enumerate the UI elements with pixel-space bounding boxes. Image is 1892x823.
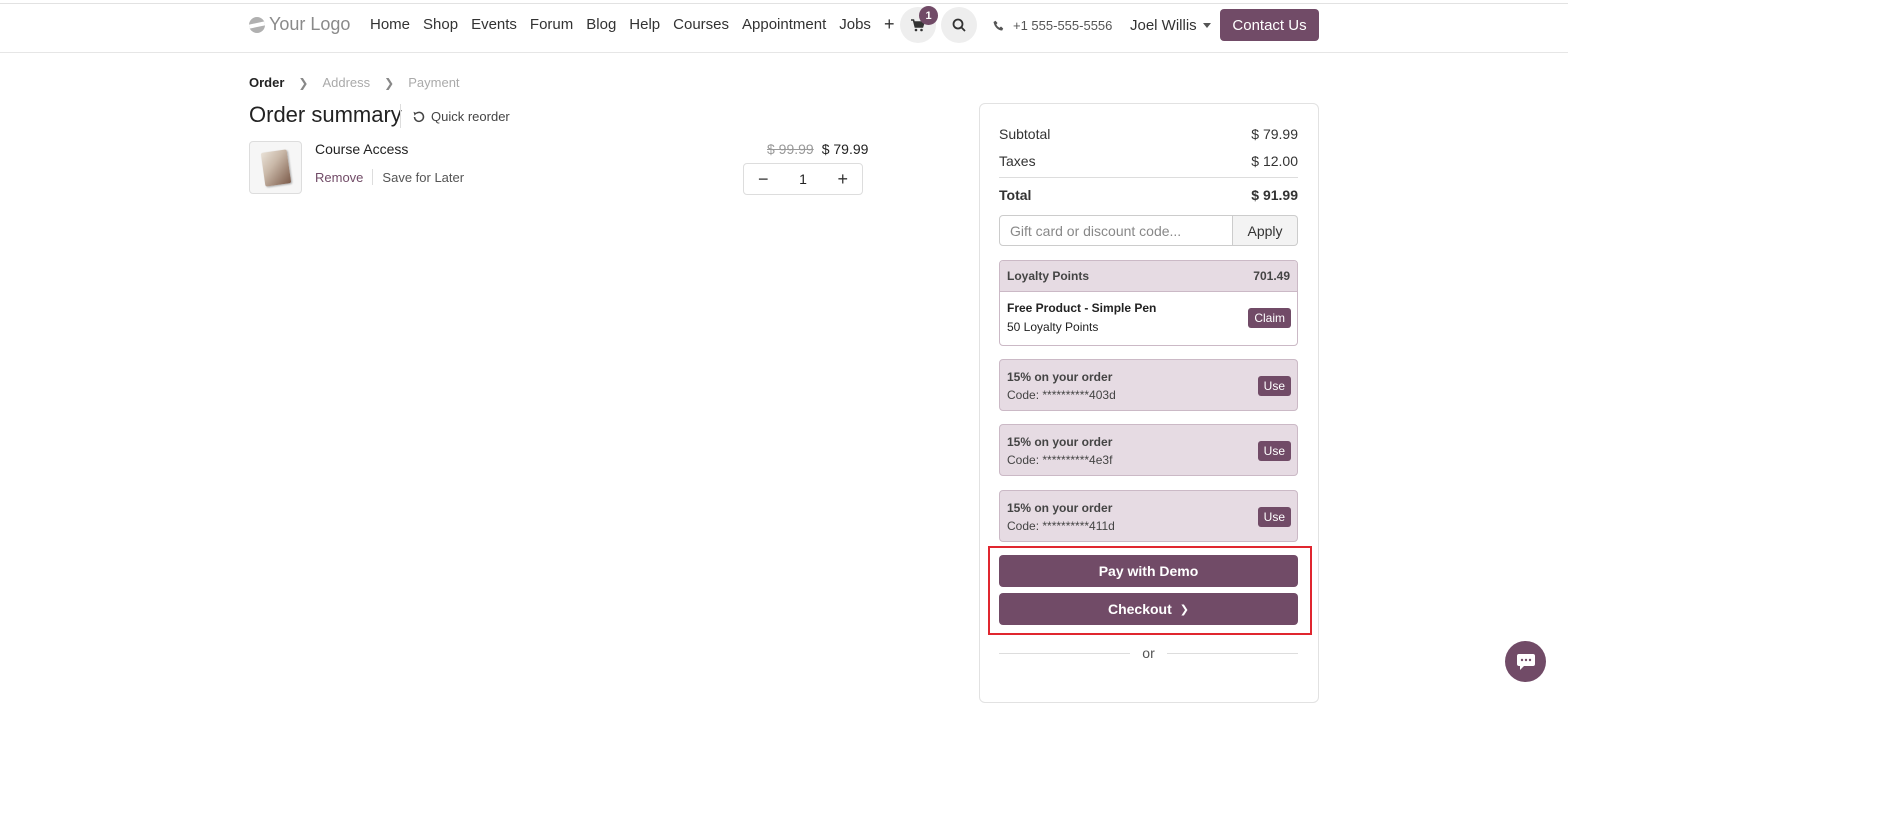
checkout-button[interactable]: Checkout ❯	[999, 593, 1298, 625]
chevron-right-icon: ❯	[384, 75, 395, 90]
subtotal-row: Subtotal $ 79.99	[999, 126, 1298, 142]
nav-forum[interactable]: Forum	[530, 16, 573, 33]
quantity-input[interactable]: 1	[799, 171, 807, 187]
promo-card: 15% on your order Code: **********403d U…	[999, 359, 1298, 411]
taxes-label: Taxes	[999, 153, 1036, 169]
quantity-stepper: − 1 +	[743, 163, 863, 195]
or-line-left	[999, 652, 1131, 654]
promo-title: 15% on your order	[1007, 435, 1113, 449]
taxes-row: Taxes $ 12.00	[999, 153, 1298, 169]
subtotal-label: Subtotal	[999, 126, 1051, 142]
promo-title: 15% on your order	[1007, 501, 1113, 515]
claim-button[interactable]: Claim	[1248, 308, 1291, 328]
nav-blog[interactable]: Blog	[586, 16, 616, 33]
search-button[interactable]	[941, 7, 977, 43]
increase-quantity-button[interactable]: +	[837, 169, 848, 190]
loyalty-title: Loyalty Points	[1007, 269, 1090, 283]
phone-icon	[993, 20, 1004, 30]
nav-home[interactable]: Home	[370, 16, 410, 33]
coupon-input[interactable]	[999, 215, 1233, 246]
promo-card: 15% on your order Code: **********411d U…	[999, 490, 1298, 542]
nav-events[interactable]: Events	[471, 16, 517, 33]
use-button[interactable]: Use	[1257, 376, 1291, 396]
loyalty-points-value: 701.49	[1253, 269, 1290, 283]
loyalty-header: Loyalty Points 701.49	[1000, 261, 1297, 292]
product-prices: $ 99.99 $ 79.99	[767, 141, 868, 157]
loyalty-panel: Loyalty Points 701.49 Free Product - Sim…	[999, 260, 1298, 346]
or-label: or	[1142, 645, 1155, 661]
phone-number: +1 555-555-5556	[1013, 18, 1113, 33]
remove-link[interactable]: Remove	[315, 170, 363, 185]
nav-courses[interactable]: Courses	[673, 16, 729, 33]
nav-help[interactable]: Help	[629, 16, 660, 33]
user-name: Joel Willis	[1130, 17, 1197, 34]
total-row: Total $ 91.99	[999, 187, 1298, 203]
product-name[interactable]: Course Access	[315, 141, 408, 157]
apply-button[interactable]: Apply	[1233, 215, 1298, 246]
logo-icon	[249, 16, 265, 33]
search-icon	[952, 18, 966, 32]
reorder-icon	[413, 111, 425, 122]
save-for-later-link[interactable]: Save for Later	[382, 170, 464, 185]
summary-divider	[999, 177, 1298, 178]
chevron-right-icon: ❯	[1179, 603, 1189, 616]
quick-reorder-button[interactable]: Quick reorder	[413, 109, 510, 124]
logo[interactable]: Your Logo	[249, 14, 350, 35]
chat-icon	[1516, 653, 1535, 670]
user-menu[interactable]: Joel Willis	[1130, 17, 1211, 34]
promo-title: 15% on your order	[1007, 370, 1113, 384]
or-divider: or	[999, 645, 1299, 661]
main-nav: Home Shop Events Forum Blog Help Courses…	[370, 15, 895, 33]
current-price: $ 79.99	[821, 141, 869, 157]
breadcrumb: Order ❯ Address ❯ Payment	[249, 75, 460, 90]
nav-shop[interactable]: Shop	[423, 16, 458, 33]
checkout-label: Checkout	[1107, 601, 1172, 617]
live-chat-button[interactable]	[1505, 641, 1546, 682]
breadcrumb-payment: Payment	[408, 75, 460, 90]
or-line-right	[1166, 652, 1299, 654]
coupon-form: Apply	[999, 215, 1298, 246]
pay-with-demo-label: Pay with Demo	[1098, 563, 1199, 579]
action-divider	[372, 169, 374, 185]
cart-count-badge: 1	[919, 6, 938, 25]
promo-code: Code: **********403d	[1007, 388, 1116, 402]
subtotal-value: $ 79.99	[1251, 126, 1298, 142]
book-image	[260, 148, 291, 187]
contact-us-button[interactable]: Contact Us	[1220, 9, 1319, 41]
chevron-right-icon: ❯	[298, 75, 309, 90]
use-button[interactable]: Use	[1257, 441, 1291, 461]
promo-card: 15% on your order Code: **********4e3f U…	[999, 424, 1298, 476]
total-value: $ 91.99	[1251, 187, 1298, 203]
phone-link[interactable]: +1 555-555-5556	[993, 18, 1112, 33]
page-title: Order summary	[249, 102, 402, 127]
nav-add-icon[interactable]: +	[884, 15, 895, 33]
nav-jobs[interactable]: Jobs	[839, 16, 871, 33]
total-label: Total	[999, 187, 1032, 203]
promo-code: Code: **********4e3f	[1007, 453, 1113, 467]
pay-with-demo-button[interactable]: Pay with Demo	[999, 555, 1298, 587]
breadcrumb-order[interactable]: Order	[249, 75, 284, 90]
chevron-down-icon	[1202, 23, 1211, 28]
quick-reorder-label: Quick reorder	[431, 109, 510, 124]
taxes-value: $ 12.00	[1251, 153, 1298, 169]
logo-text: Your Logo	[269, 14, 351, 34]
loyalty-reward: Free Product - Simple Pen 50 Loyalty Poi…	[1000, 292, 1297, 345]
breadcrumb-address: Address	[322, 75, 371, 90]
old-price: $ 99.99	[767, 141, 814, 157]
decrease-quantity-button[interactable]: −	[758, 169, 769, 190]
title-divider	[400, 104, 401, 128]
product-image[interactable]	[249, 141, 302, 194]
product-actions: Remove Save for Later	[315, 169, 464, 185]
nav-appointment[interactable]: Appointment	[742, 16, 826, 33]
use-button[interactable]: Use	[1257, 507, 1291, 527]
promo-code: Code: **********411d	[1007, 519, 1115, 533]
